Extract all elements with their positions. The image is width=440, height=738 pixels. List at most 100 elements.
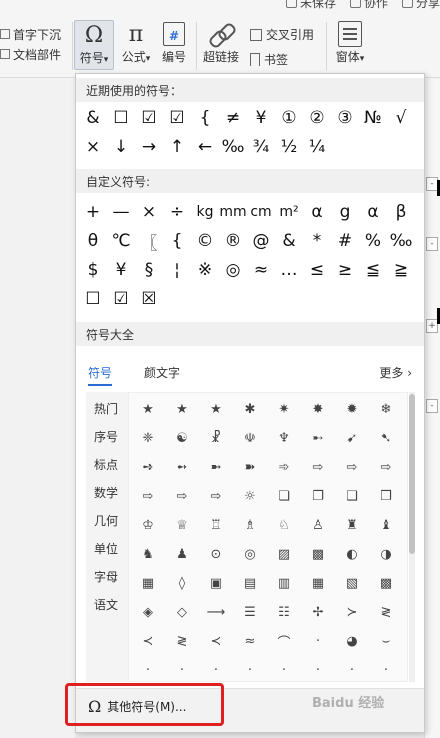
grid-symbol-cell[interactable]: · — [165, 656, 199, 681]
symbol-cell[interactable]: ☑ — [108, 285, 134, 313]
symbol-cell[interactable]: … — [276, 256, 302, 284]
grid-symbol-cell[interactable]: · — [301, 656, 335, 681]
grid-symbol-cell[interactable]: ★ — [199, 395, 233, 423]
grid-symbol-cell[interactable]: ⇨ — [131, 482, 165, 510]
grid-symbol-cell[interactable]: ◑ — [369, 540, 403, 568]
grid-symbol-cell[interactable]: ✢ — [301, 598, 335, 626]
symbol-cell[interactable]: ® — [220, 227, 246, 255]
grid-symbol-cell[interactable]: ⇨ — [199, 482, 233, 510]
grid-symbol-cell[interactable]: ⇨ — [335, 453, 369, 481]
grid-symbol-cell[interactable]: ❄ — [369, 395, 403, 423]
grid-symbol-cell[interactable]: ◐ — [335, 540, 369, 568]
symbol-cell[interactable]: § — [136, 256, 162, 284]
symbol-cell[interactable]: ☒ — [136, 285, 162, 313]
symbol-cell[interactable]: © — [192, 227, 218, 255]
grid-symbol-cell[interactable]: ≷ — [369, 598, 403, 626]
symbol-cell[interactable]: ‰ — [220, 133, 246, 161]
symbol-cell[interactable]: θ — [80, 227, 106, 255]
symbol-cell[interactable]: @ — [248, 227, 274, 255]
grid-symbol-cell[interactable]: · — [301, 627, 335, 655]
symbol-cell[interactable]: ≧ — [388, 256, 414, 284]
symbol-cell[interactable]: ‰ — [388, 227, 414, 255]
symbol-cell[interactable]: ◎ — [220, 256, 246, 284]
tab-symbols[interactable]: 符号 — [88, 364, 113, 386]
grid-symbol-cell[interactable]: ⌒ — [267, 627, 301, 655]
symbol-cell[interactable]: 〖 — [136, 227, 162, 255]
numbering-button[interactable]: # 编号 — [154, 20, 194, 70]
symbol-cell[interactable]: ℃ — [108, 227, 134, 255]
grid-symbol-cell[interactable]: ❏ — [267, 482, 301, 510]
symbol-cell[interactable]: α — [360, 198, 386, 226]
symbol-cell[interactable]: $ — [80, 256, 106, 284]
grid-symbol-cell[interactable]: · — [199, 656, 233, 681]
symbol-cell[interactable]: ② — [304, 104, 330, 132]
symbol-cell[interactable]: % — [360, 227, 386, 255]
symbol-cell[interactable]: ☑ — [136, 104, 162, 132]
grid-symbol-cell[interactable]: ➽ — [233, 453, 267, 481]
grid-symbol-cell[interactable]: · — [267, 656, 301, 681]
grid-symbol-cell[interactable]: · — [369, 656, 403, 681]
symbol-cell[interactable]: × — [136, 198, 162, 226]
grid-symbol-cell[interactable]: ◎ — [233, 540, 267, 568]
grid-symbol-cell[interactable]: ◊ — [165, 569, 199, 597]
grid-symbol-cell[interactable]: ❑ — [335, 482, 369, 510]
grid-symbol-cell[interactable]: ≷ — [165, 627, 199, 655]
grid-symbol-cell[interactable]: ♝ — [369, 511, 403, 539]
grid-symbol-cell[interactable]: ★ — [131, 395, 165, 423]
grid-symbol-cell[interactable]: ➸ — [301, 424, 335, 452]
grid-symbol-cell[interactable]: ♕ — [165, 511, 199, 539]
grid-symbol-cell[interactable]: ♟ — [165, 540, 199, 568]
doc-parts-button[interactable]: 文档部件 — [0, 44, 70, 64]
tab-emoticons[interactable]: 颜文字 — [144, 364, 180, 386]
scrollbar-thumb[interactable] — [409, 394, 415, 554]
grid-symbol-cell[interactable]: ☰ — [233, 598, 267, 626]
grid-symbol-cell[interactable]: ▦ — [131, 569, 165, 597]
category-item[interactable]: 字母 — [94, 568, 118, 585]
grid-symbol-cell[interactable]: ★ — [165, 395, 199, 423]
grid-symbol-cell[interactable]: ◇ — [165, 598, 199, 626]
grid-symbol-cell[interactable]: ♘ — [267, 511, 301, 539]
grid-symbol-cell[interactable]: ♆ — [267, 424, 301, 452]
category-item[interactable]: 序号 — [94, 428, 118, 445]
grid-symbol-cell[interactable]: · — [131, 656, 165, 681]
symbol-cell[interactable]: ☐ — [80, 285, 106, 313]
grid-symbol-cell[interactable]: ➼ — [199, 453, 233, 481]
symbol-cell[interactable]: ¼ — [304, 133, 330, 161]
grid-symbol-cell[interactable]: ▩ — [301, 540, 335, 568]
symbol-cell[interactable]: & — [80, 104, 106, 132]
symbol-cell[interactable]: α — [304, 198, 330, 226]
symbol-cell[interactable]: × — [80, 133, 106, 161]
grid-symbol-cell[interactable]: ♜ — [335, 511, 369, 539]
grid-symbol-cell[interactable]: ☧ — [199, 424, 233, 452]
grid-symbol-cell[interactable]: ♙ — [301, 511, 335, 539]
grid-symbol-cell[interactable]: ⇨ — [301, 453, 335, 481]
symbol-cell[interactable]: ½ — [276, 133, 302, 161]
grid-symbol-cell[interactable]: ⊙ — [199, 540, 233, 568]
bookmark-button[interactable]: 书签 — [250, 51, 288, 68]
symbol-cell[interactable]: ③ — [332, 104, 358, 132]
formula-button[interactable]: π 公式▾ — [116, 20, 156, 70]
share-button[interactable]: 分享 — [401, 0, 440, 10]
grid-symbol-cell[interactable]: · — [335, 656, 369, 681]
symbol-cell[interactable]: № — [360, 104, 386, 132]
symbol-cell[interactable]: & — [276, 227, 302, 255]
grid-symbol-cell[interactable]: ☯ — [165, 424, 199, 452]
symbol-cell[interactable]: √ — [388, 104, 414, 132]
cross-reference-button[interactable]: 交叉引用 — [250, 26, 314, 43]
grid-symbol-cell[interactable]: ✷ — [267, 395, 301, 423]
grid-symbol-cell[interactable]: ♔ — [131, 511, 165, 539]
symbol-cell[interactable]: * — [304, 227, 330, 255]
grid-symbol-cell[interactable]: ≈ — [233, 627, 267, 655]
collaborate-button[interactable]: 协作 — [349, 0, 388, 10]
grid-symbol-cell[interactable]: ▣ — [199, 569, 233, 597]
grid-symbol-cell[interactable]: ☼ — [233, 482, 267, 510]
symbol-cell[interactable]: ≥ — [332, 256, 358, 284]
grid-symbol-cell[interactable]: ❐ — [301, 482, 335, 510]
panel-toggle[interactable]: - — [426, 237, 438, 251]
category-item[interactable]: 标点 — [94, 456, 118, 473]
grid-symbol-cell[interactable]: ❒ — [369, 482, 403, 510]
symbol-cell[interactable]: ① — [276, 104, 302, 132]
symbol-cell[interactable]: ≤ — [304, 256, 330, 284]
grid-symbol-cell[interactable]: ➺ — [131, 453, 165, 481]
symbol-cell[interactable]: { — [164, 227, 190, 255]
